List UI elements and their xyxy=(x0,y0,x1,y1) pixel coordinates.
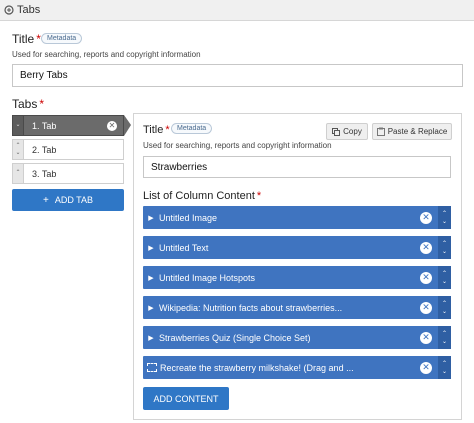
up-down-arrows-icon[interactable]: ⌃ ⌄ xyxy=(438,236,451,259)
tabs-label: Tabs * xyxy=(12,97,45,111)
tabs-icon xyxy=(4,5,14,15)
copy-icon xyxy=(332,127,341,136)
up-down-arrows-icon[interactable]: ⌃ ⌄ xyxy=(438,266,451,289)
chevron-down-icon: ⌄ xyxy=(15,149,21,156)
window-title: Tabs xyxy=(17,4,41,16)
reorder-handle[interactable]: ⌃ ⌄ xyxy=(12,139,24,160)
close-circle-icon[interactable]: ✕ xyxy=(420,211,432,224)
content-item[interactable]: ▶ Strawberries Quiz (Single Choice Set) … xyxy=(143,326,451,349)
close-circle-icon[interactable]: ✕ xyxy=(420,271,432,284)
chevron-up-icon: ⌃ xyxy=(15,142,21,149)
content-item[interactable]: Recreate the strawberry milkshake! (Drag… xyxy=(143,356,451,379)
drag-and-drop-icon xyxy=(147,363,157,372)
close-circle-icon[interactable]: ✕ xyxy=(420,361,432,374)
tab-item-label: 3. Tab xyxy=(32,168,57,179)
tab-title-input[interactable]: Strawberries xyxy=(143,156,451,178)
active-tab-pointer xyxy=(124,115,131,136)
chevron-right-icon[interactable]: ▶ xyxy=(143,334,159,342)
up-down-arrows-icon[interactable]: ⌃ ⌄ xyxy=(438,356,451,379)
paste-replace-button[interactable]: Paste & Replace xyxy=(372,123,452,140)
chevron-right-icon[interactable]: ▶ xyxy=(143,304,159,312)
close-circle-icon[interactable]: ✕ xyxy=(420,241,432,254)
chevron-down-icon: ⌄ xyxy=(15,122,21,128)
reorder-handle[interactable]: ⌄ xyxy=(12,115,24,136)
window-header: Tabs xyxy=(0,0,474,21)
up-down-arrows-icon[interactable]: ⌃ ⌄ xyxy=(438,206,451,229)
chevron-right-icon[interactable]: ▶ xyxy=(143,214,159,222)
tab-item-1[interactable]: ⌄ 1. Tab ✕ xyxy=(12,115,124,136)
tab-title-label: Title * xyxy=(143,124,170,136)
up-down-arrows-icon[interactable]: ⌃ ⌄ xyxy=(438,326,451,349)
tab-item-2[interactable]: ⌃ ⌄ 2. Tab xyxy=(12,139,124,160)
add-content-button[interactable]: ADD CONTENT xyxy=(143,387,229,410)
tab-item-label: 2. Tab xyxy=(32,144,57,155)
content-item[interactable]: ▶ Wikipedia: Nutrition facts about straw… xyxy=(143,296,451,319)
metadata-badge[interactable]: Metadata xyxy=(171,123,213,134)
chevron-right-icon[interactable]: ▶ xyxy=(143,274,159,282)
title-label: Title * xyxy=(12,32,41,46)
copy-button[interactable]: Copy xyxy=(326,123,368,140)
close-circle-icon[interactable]: ✕ xyxy=(107,121,117,131)
tab-item-label: 1. Tab xyxy=(32,120,57,131)
tab-title-description: Used for searching, reports and copyrigh… xyxy=(143,141,332,150)
paste-icon xyxy=(376,127,385,136)
add-tab-button[interactable]: + ADD TAB xyxy=(12,189,124,211)
title-input[interactable]: Berry Tabs xyxy=(12,64,463,87)
chevron-right-icon[interactable]: ▶ xyxy=(143,244,159,252)
content-item[interactable]: ▶ Untitled Image ✕ ⌃ ⌄ xyxy=(143,206,451,229)
metadata-badge[interactable]: Metadata xyxy=(41,33,83,44)
plus-icon: + xyxy=(42,194,49,206)
tab-item-3[interactable]: ⌃ 3. Tab xyxy=(12,163,124,184)
close-circle-icon[interactable]: ✕ xyxy=(420,331,432,344)
title-description: Used for searching, reports and copyrigh… xyxy=(12,50,201,59)
content-item[interactable]: ▶ Untitled Image Hotspots ✕ ⌃ ⌄ xyxy=(143,266,451,289)
chevron-up-icon: ⌃ xyxy=(15,170,21,176)
close-circle-icon[interactable]: ✕ xyxy=(420,301,432,314)
content-item[interactable]: ▶ Untitled Text ✕ ⌃ ⌄ xyxy=(143,236,451,259)
content-list-label: List of Column Content * xyxy=(143,190,262,202)
reorder-handle[interactable]: ⌃ xyxy=(12,163,24,184)
up-down-arrows-icon[interactable]: ⌃ ⌄ xyxy=(438,296,451,319)
